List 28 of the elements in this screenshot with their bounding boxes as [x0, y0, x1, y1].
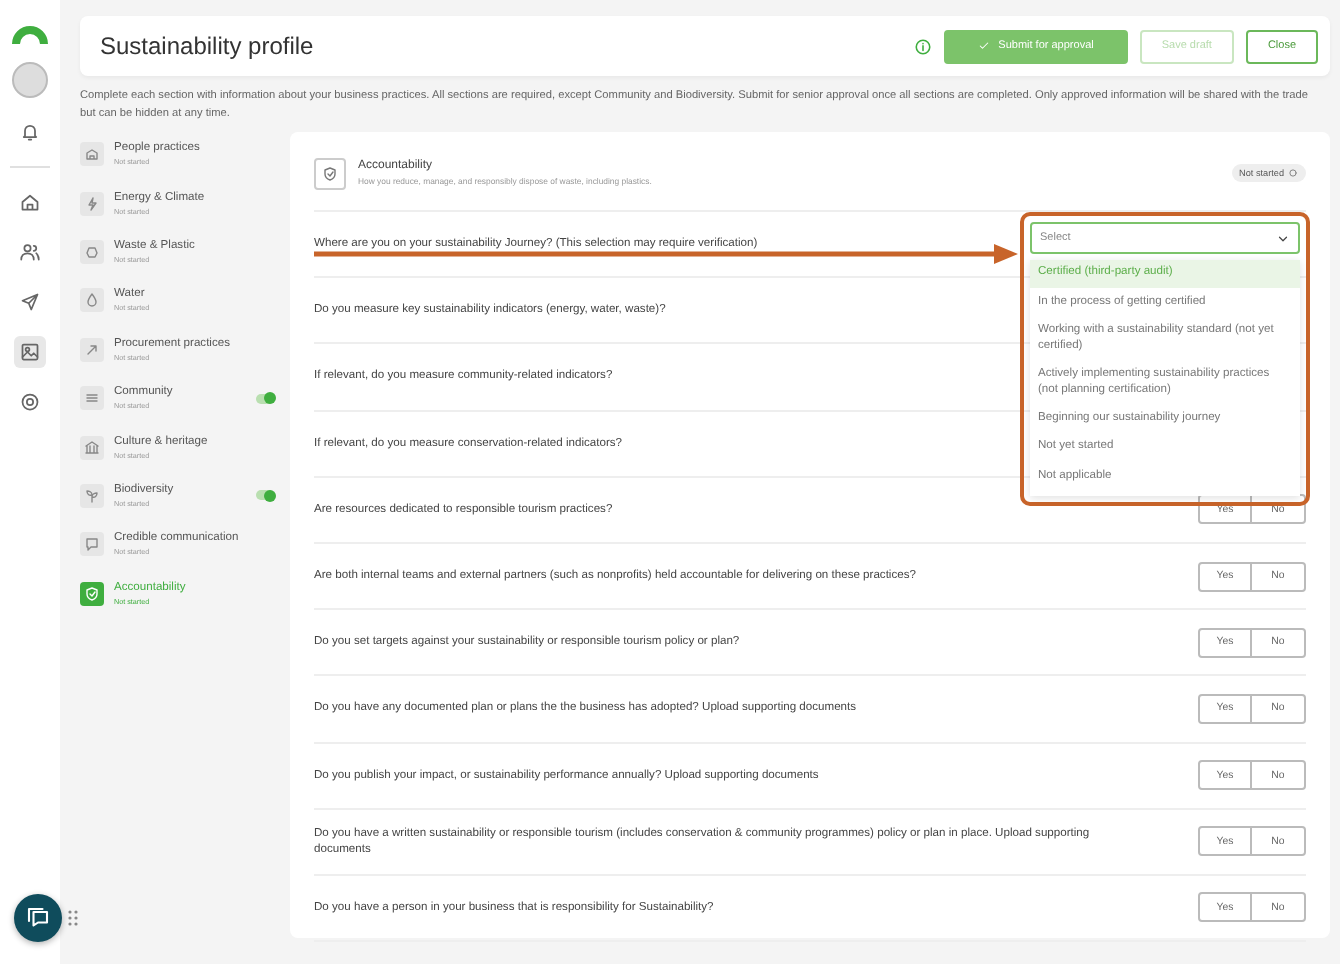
info-icon	[914, 37, 933, 55]
section-icon	[84, 585, 100, 602]
picture-glyph-icon	[20, 342, 40, 362]
chevron-down-icon	[1276, 231, 1290, 245]
section-icon	[84, 536, 100, 553]
home-glyph-icon	[20, 192, 40, 212]
section-icon	[84, 146, 100, 163]
section-icon	[84, 390, 100, 407]
section-icon	[84, 195, 100, 212]
users-glyph-icon	[20, 242, 40, 262]
section-icon	[84, 487, 100, 504]
chat-button[interactable]	[14, 894, 62, 942]
section-icon	[84, 341, 100, 358]
logo-icon	[8, 20, 52, 44]
chat-icon	[26, 906, 50, 930]
shield-icon	[322, 165, 338, 181]
drag-handle-icon[interactable]	[68, 910, 78, 926]
bell-glyph-icon	[20, 122, 40, 142]
section-icon	[84, 292, 100, 309]
toggle-switch[interactable]	[256, 490, 274, 501]
page-title: Sustainability profile	[100, 32, 316, 60]
section-icon	[84, 243, 100, 260]
section-icon	[84, 439, 100, 456]
toggle-switch[interactable]	[256, 393, 274, 404]
check-icon	[978, 40, 991, 52]
circle-icon	[1288, 168, 1298, 178]
paper-plane-glyph-icon	[20, 292, 40, 312]
image-icon[interactable]	[14, 336, 46, 368]
